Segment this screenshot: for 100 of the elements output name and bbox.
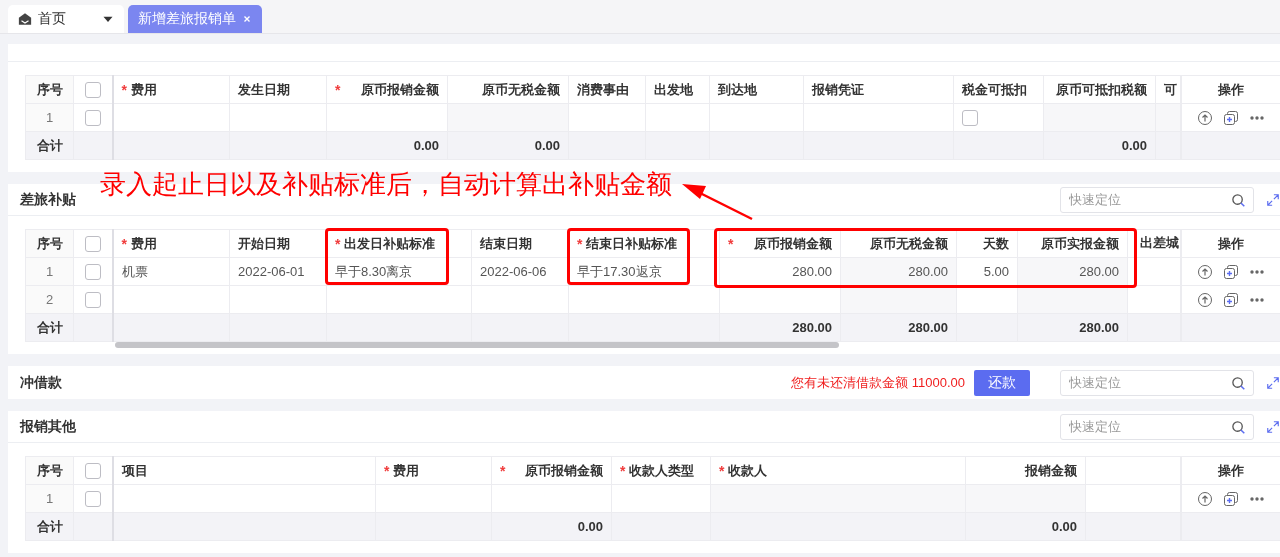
column-header: 税金可抵扣: [962, 80, 1027, 99]
column-header: 出发地: [654, 80, 693, 99]
table-cell: 280.00: [792, 320, 832, 335]
total-label: 合计: [36, 137, 63, 153]
tab[interactable]: 首页: [8, 5, 124, 33]
column-header: 结束日补贴标准: [586, 234, 678, 253]
column-header: 收款人类型: [629, 461, 695, 480]
required-mark: *: [121, 235, 127, 252]
copy-add-icon[interactable]: [1222, 109, 1239, 126]
table-cell: 280.00: [1079, 320, 1119, 335]
column-header: 项目: [121, 461, 148, 480]
checkbox[interactable]: [84, 462, 101, 479]
total-label: 合计: [36, 319, 63, 335]
required-mark: *: [620, 462, 626, 479]
search-icon[interactable]: [1231, 419, 1246, 435]
column-header: 原币报销金额: [361, 80, 439, 99]
column-header: 报销凭证: [812, 80, 864, 99]
column-header: 序号: [36, 234, 63, 253]
table-cell: 2022-06-01: [238, 264, 305, 279]
checkbox[interactable]: [84, 81, 101, 98]
copy-add-icon[interactable]: [1222, 263, 1239, 280]
column-header: 原币报销金额: [525, 461, 603, 480]
checkbox[interactable]: [84, 490, 101, 507]
total-label: 合计: [36, 518, 63, 534]
checkbox[interactable]: [84, 291, 101, 308]
required-mark: *: [384, 462, 390, 479]
upload-icon[interactable]: [1196, 263, 1213, 280]
table-cell: 早于8.30离京: [335, 263, 413, 279]
table-cell: 280.00: [908, 264, 948, 279]
required-mark: *: [728, 235, 734, 252]
checkbox[interactable]: [84, 109, 101, 126]
table-cell: 280.00: [1079, 264, 1119, 279]
expand-icon[interactable]: [1266, 419, 1280, 434]
column-header: 序号: [36, 461, 63, 480]
search-icon[interactable]: [1231, 192, 1246, 208]
table-cell: 0.00: [577, 519, 603, 534]
table-cell: 280.00: [908, 320, 948, 335]
scrollbar[interactable]: [115, 342, 839, 348]
column-header: 开始日期: [238, 234, 290, 253]
search-field[interactable]: 快速定位: [1060, 413, 1254, 440]
checkbox[interactable]: [962, 109, 978, 126]
column-header: 结束日期: [480, 234, 532, 253]
upload-icon[interactable]: [1196, 490, 1213, 507]
required-mark: *: [577, 235, 583, 252]
table-cell: 2022-06-06: [480, 264, 547, 279]
column-header: 报销金额: [1025, 461, 1077, 480]
search-icon[interactable]: [1231, 375, 1246, 391]
table-cell: 280.00: [792, 264, 832, 279]
table-cell: 0.00: [1121, 138, 1147, 153]
checkbox[interactable]: [84, 263, 101, 280]
column-header: 费用: [130, 234, 157, 253]
column-header: 费用: [130, 80, 157, 99]
required-mark: *: [719, 462, 725, 479]
column-header: 发生日期: [238, 80, 290, 99]
copy-add-icon[interactable]: [1222, 291, 1239, 308]
copy-add-icon[interactable]: [1222, 490, 1239, 507]
column-header: 出差城: [1140, 235, 1179, 252]
column-header: 原币无税金额: [870, 234, 948, 253]
upload-icon[interactable]: [1196, 109, 1213, 126]
column-header: 原币可抵扣税额: [1056, 80, 1147, 99]
upload-icon[interactable]: [1196, 291, 1213, 308]
table-cell: 5.00: [983, 264, 1009, 279]
required-mark: *: [335, 81, 341, 98]
expand-icon[interactable]: [1266, 192, 1280, 207]
row-number: 1: [45, 264, 54, 279]
checkbox[interactable]: [84, 235, 101, 252]
tab[interactable]: 新增差旅报销单: [128, 5, 262, 33]
required-mark: *: [335, 235, 341, 252]
required-mark: *: [121, 81, 127, 98]
column-header: 可: [1164, 80, 1177, 99]
table-cell: 0.00: [534, 138, 560, 153]
home-icon: [18, 12, 32, 26]
column-header: 消费事由: [577, 80, 629, 99]
required-mark: *: [500, 462, 506, 479]
column-header: 原币报销金额: [754, 234, 832, 253]
loan-notice: 您有未还清借款金额 11000.00: [791, 373, 965, 392]
expand-icon[interactable]: [1266, 375, 1280, 390]
repay-button[interactable]: 还款: [974, 369, 1030, 396]
table-cell: 早于17.30返京: [577, 263, 662, 279]
column-header: 操作: [1217, 234, 1244, 253]
column-header: 序号: [36, 80, 63, 99]
column-header: 收款人: [728, 461, 768, 480]
section-title: 冲借款: [20, 373, 62, 392]
column-header: 原币实报金额: [1041, 234, 1119, 253]
close-icon[interactable]: [242, 14, 252, 24]
row-number: 1: [45, 491, 54, 506]
column-header: 原币无税金额: [482, 80, 560, 99]
annotation-text: 录入起止日以及补贴标准后，自动计算出补贴金额: [100, 168, 672, 201]
row-number: 2: [45, 292, 54, 307]
table-cell: 机票: [121, 263, 148, 279]
column-header: 操作: [1217, 80, 1244, 99]
column-header: 费用: [393, 461, 420, 480]
column-header: 到达地: [718, 80, 757, 99]
table-cell: 0.00: [413, 138, 439, 153]
column-header: 天数: [983, 234, 1009, 253]
search-field[interactable]: 快速定位: [1060, 369, 1254, 396]
column-header: 操作: [1217, 461, 1244, 480]
row-number: 1: [45, 110, 54, 125]
section-title: 报销其他: [20, 417, 76, 436]
search-field[interactable]: 快速定位: [1060, 186, 1254, 213]
